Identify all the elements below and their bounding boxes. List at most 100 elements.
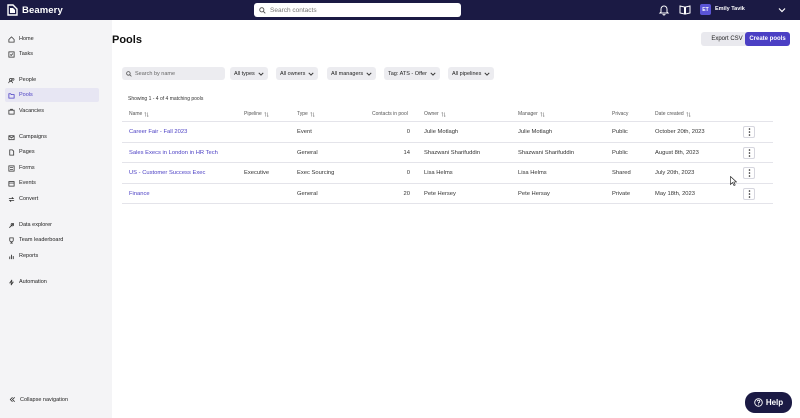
pool-search[interactable] [122,67,225,80]
filter-label: All pipelines [452,70,482,77]
mouse-cursor-icon [730,176,737,186]
more-vertical-icon [748,148,750,157]
pool-date-created: August 8th, 2023 [655,149,699,156]
pool-manager: Lisa Helms [518,170,547,176]
sidebar-item-pages[interactable]: Pages [5,145,99,159]
sidebar-item-pools[interactable]: Pools [5,88,99,102]
column-label: Pipeline [244,111,262,117]
chevron-down-icon [484,72,490,76]
filter-types[interactable]: All types [230,67,268,80]
chevron-down-icon [258,72,264,76]
sidebar-item-home[interactable]: Home [5,32,99,46]
row-actions-button[interactable] [743,126,755,138]
pool-name-link[interactable]: Sales Execs in London in HR Tech [129,150,218,156]
pool-contacts: 20 [403,190,410,197]
sidebar-item-campaigns[interactable]: Campaigns [5,130,99,144]
sidebar-item-label: Pools [19,92,33,98]
collapse-navigation-button[interactable]: Collapse navigation [9,396,68,403]
sidebar-item-label: Convert [19,196,39,202]
search-by-name-input[interactable] [135,70,220,77]
row-actions-button[interactable] [743,187,755,200]
row-actions-button[interactable] [743,146,755,159]
column-header-privacy[interactable]: Privacy [612,111,628,117]
filter-tag[interactable]: Tag: ATS - Offer [384,67,440,80]
pool-privacy: Shared [612,170,631,176]
calendar-icon [8,180,15,187]
pool-date-created: July 20th, 2023 [655,170,695,176]
user-name[interactable]: Emily Tavik [715,6,745,12]
table-row[interactable]: Finance General 20 Pete Hersey Pete Hers… [122,184,773,204]
sort-icon [685,111,691,117]
collapse-navigation-label: Collapse navigation [20,396,69,403]
column-label: Type [297,111,308,117]
filter-pipelines[interactable]: All pipelines [448,67,495,80]
column-header-type[interactable]: Type [297,111,315,117]
pool-name-link[interactable]: Finance [129,191,150,197]
filter-owners[interactable]: All owners [276,67,319,80]
double-chevron-left-icon [9,397,15,402]
form-icon [8,164,15,172]
sidebar-item-label: Home [19,36,34,42]
sidebar-item-vacancies[interactable]: Vacancies [5,104,99,118]
book-icon[interactable] [679,4,691,16]
search-contacts-input[interactable] [270,6,450,14]
column-header-contacts[interactable]: Contacts in pool [372,111,408,117]
pool-manager: Julie Motlagh [518,129,553,135]
row-actions-button[interactable] [743,167,755,179]
pool-type: Exec Sourcing [297,170,335,176]
sidebar-item-team-leaderboard[interactable]: Team leaderboard [5,233,99,247]
pool-date-created: October 20th, 2023 [655,129,705,135]
chevron-down-icon[interactable] [778,6,786,14]
pool-contacts: 0 [406,170,410,176]
logo[interactable]: Beamery [7,4,63,16]
sort-icon [144,111,150,117]
search-icon [259,6,266,14]
pool-name-link[interactable]: Career Fair - Fall 2023 [129,129,187,135]
sidebar-item-automation[interactable]: Automation [5,275,99,289]
table-row[interactable]: Career Fair - Fall 2023 Event 0 Julie Mo… [122,122,773,143]
main-content: Pools Export CSV Create pools All types … [112,20,800,418]
app-name: Beamery [22,4,63,16]
sidebar-item-forms[interactable]: Forms [5,161,99,175]
pool-privacy: Public [612,149,628,156]
table-row[interactable]: Sales Execs in London in HR Tech General… [122,143,773,163]
pool-name-link[interactable]: US - Customer Success Exec [129,170,205,176]
avatar[interactable]: ET [700,4,711,15]
pool-manager: Pete Hersay [518,190,550,197]
more-vertical-icon [748,128,750,136]
column-header-date[interactable]: Date created [655,111,691,117]
sidebar-item-label: Campaigns [19,134,47,140]
bell-icon[interactable] [658,4,670,16]
column-label: Contacts in pool [372,111,408,117]
pool-owner: Julie Motlagh [424,129,459,135]
column-header-name[interactable]: Name [129,111,150,117]
contact-search[interactable] [254,3,461,17]
sidebar-item-tasks[interactable]: Tasks [5,47,99,61]
page-title: Pools [112,34,142,46]
sidebar-item-label: Automation [19,279,47,285]
sort-icon [440,111,446,117]
help-button[interactable]: Help [745,392,792,413]
pool-type: Event [297,129,312,135]
column-header-pipeline[interactable]: Pipeline [244,111,269,117]
pool-type: General [297,149,318,156]
sidebar-item-label: Vacancies [19,108,44,114]
pool-type: General [297,190,318,197]
people-icon [8,77,15,83]
sidebar-item-events[interactable]: Events [5,176,99,190]
trophy-icon [9,236,14,244]
column-header-owner[interactable]: Owner [424,111,446,117]
filter-managers[interactable]: All managers [327,67,377,80]
sidebar-item-reports[interactable]: Reports [5,249,99,263]
sidebar-item-people[interactable]: People [5,73,99,87]
table-row[interactable]: US - Customer Success Exec Executive Exe… [122,163,773,184]
sidebar-item-data-explorer[interactable]: Data explorer [5,218,99,232]
briefcase-icon [8,108,15,115]
sidebar-item-convert[interactable]: Convert [5,192,99,206]
chevron-down-icon [430,72,436,76]
pool-owner: Pete Hersey [424,190,456,197]
explorer-icon [9,222,15,228]
create-pools-button[interactable]: Create pools [745,32,790,46]
pool-manager: Shazwani Sharifuddin [518,149,575,156]
column-header-manager[interactable]: Manager [518,111,545,117]
